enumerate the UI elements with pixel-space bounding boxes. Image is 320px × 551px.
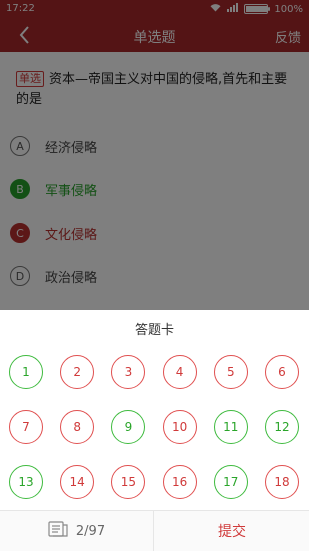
answer-card-item[interactable]: 3 xyxy=(111,355,146,389)
answer-card-item[interactable]: 16 xyxy=(162,465,197,499)
answer-card-item[interactable]: 1 xyxy=(9,355,43,389)
answer-card-item[interactable]: 14 xyxy=(60,465,95,499)
answer-card-item[interactable]: 12 xyxy=(265,410,299,444)
answer-card-item[interactable]: 10 xyxy=(162,410,197,444)
answer-card-toggle[interactable]: 2/97 xyxy=(0,511,154,551)
answer-card-item[interactable]: 9 xyxy=(111,410,146,444)
answer-card-item[interactable]: 17 xyxy=(213,465,248,499)
answer-card-item[interactable]: 11 xyxy=(213,410,248,444)
answer-card-item[interactable]: 18 xyxy=(265,465,299,499)
answer-card-title: 答题卡 xyxy=(134,323,174,338)
bottom-bar: 2/97 提交 xyxy=(0,510,309,551)
answer-card-grid: 1 2 3 4 5 6 7 8 9 10 11 12 13 14 15 16 17 18 xyxy=(0,355,309,515)
submit-button[interactable]: 提交 xyxy=(155,511,309,551)
answer-card-item[interactable]: 6 xyxy=(265,355,299,389)
question-progress: 2/97 xyxy=(75,523,106,539)
answer-card-item[interactable]: 7 xyxy=(9,410,43,444)
dim-overlay[interactable] xyxy=(0,0,309,310)
answer-card-item[interactable]: 8 xyxy=(60,410,95,444)
answer-card-item[interactable]: 5 xyxy=(213,355,248,389)
answer-sheet-icon xyxy=(48,521,68,541)
answer-card-item[interactable]: 4 xyxy=(162,355,197,389)
answer-card-item[interactable]: 13 xyxy=(9,465,43,499)
answer-card-item[interactable]: 15 xyxy=(111,465,146,499)
answer-card-item[interactable]: 2 xyxy=(60,355,95,389)
